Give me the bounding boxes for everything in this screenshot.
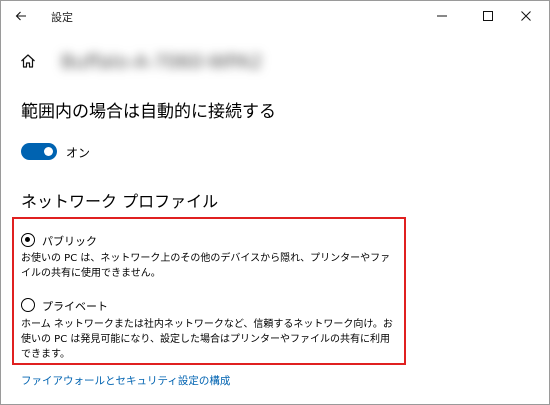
public-radio[interactable] (21, 233, 35, 247)
title-bar: 設定 (1, 1, 549, 31)
window-title: 設定 (51, 11, 73, 24)
network-name: Buffalo-A-7060-WPA2 (61, 51, 263, 73)
minimize-button[interactable] (419, 1, 465, 31)
toggle-knob (44, 147, 53, 156)
network-profile-heading: ネットワーク プロファイル (21, 192, 219, 211)
arrow-left-icon (15, 11, 26, 21)
settings-window: 設定 Buffalo-A-7060-WPA2 範囲内の場合は自動的に接続する オ… (0, 0, 550, 405)
public-description: お使いの PC は、ネットワーク上のその他のデバイスから隠れ、プリンターやファイ… (21, 253, 391, 279)
firewall-settings-link[interactable]: ファイアウォールとセキュリティ設定の構成 (21, 373, 230, 388)
close-icon (521, 11, 531, 21)
home-icon (21, 54, 35, 68)
close-button[interactable] (503, 1, 549, 31)
public-radio-label[interactable]: パブリック (42, 233, 97, 249)
private-radio[interactable] (21, 298, 35, 312)
private-description: ホーム ネットワークまたは社内ネットワークなど、信頼するネットワーク向け。お使い… (21, 319, 393, 360)
radio-selected-dot (25, 237, 30, 242)
auto-connect-toggle[interactable] (21, 143, 57, 160)
minimize-icon (437, 15, 447, 17)
private-radio-label[interactable]: プライベート (42, 298, 108, 314)
home-button[interactable] (17, 50, 39, 72)
auto-connect-heading: 範囲内の場合は自動的に接続する (21, 102, 276, 122)
maximize-icon (483, 11, 493, 21)
toggle-state-label: オン (66, 146, 91, 160)
back-button[interactable] (10, 5, 32, 27)
